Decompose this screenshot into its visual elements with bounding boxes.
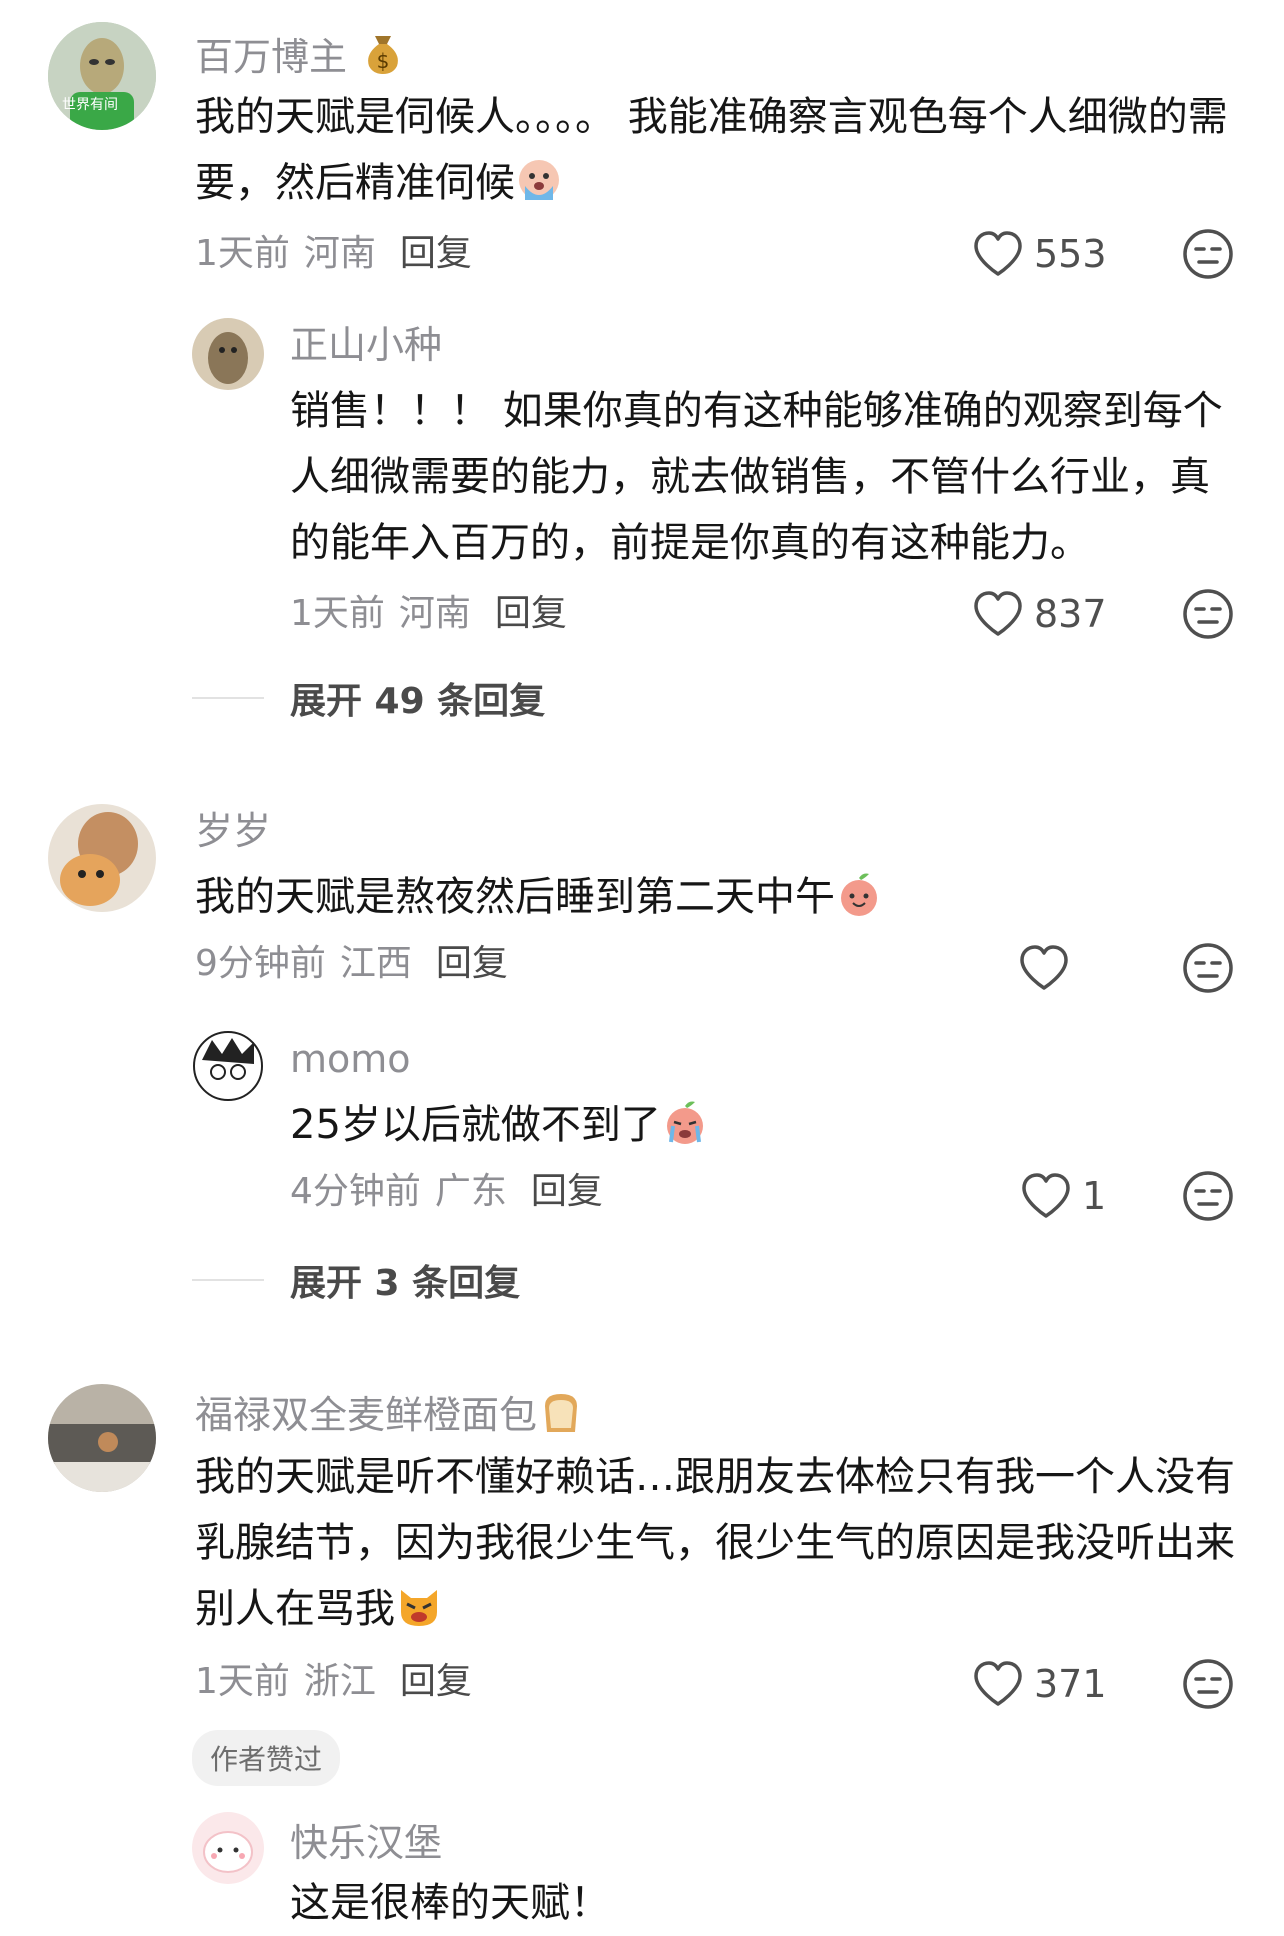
expand-replies-button[interactable]: 展开 49 条回复 (192, 672, 545, 724)
comment-meta: 9分钟前 江西 回复 (195, 943, 508, 984)
avatar-caption: 世界有间 (62, 97, 118, 113)
reply-username[interactable]: 快乐汉堡 (290, 1820, 442, 1866)
comment-username[interactable]: 福禄双全麦鲜橙面包 (195, 1388, 585, 1438)
crying-emoji (519, 160, 559, 200)
meh-face-icon[interactable] (1182, 228, 1234, 280)
like-button[interactable]: 1 (1020, 1168, 1106, 1224)
like-count: 553 (1034, 232, 1107, 276)
author-liked-badge: 作者赞过 (192, 1730, 341, 1786)
reply-text: 销售！！！ 如果你真的有这种能够准确的观察到每个人细微需要的能力，就去做销售，不… (290, 388, 1223, 566)
heart-icon (974, 1661, 1022, 1706)
avatar[interactable] (192, 318, 264, 390)
reply-username[interactable]: momo (290, 1036, 411, 1082)
like-button[interactable] (1018, 940, 1080, 996)
like-button[interactable]: 553 (972, 226, 1107, 282)
reply-meta: 4分钟前 广东 回复 (290, 1171, 603, 1212)
comment-username[interactable]: 岁岁 (195, 808, 271, 854)
avatar[interactable]: 世界有间 (48, 22, 156, 130)
reply-button[interactable]: 回复 (400, 1661, 472, 1702)
meh-face-icon[interactable] (1182, 1170, 1234, 1222)
comment-text: 我的天赋是伺候人。。。。 我能准确察言观色每个人细微的需要，然后精准伺候 (195, 94, 1228, 206)
divider (192, 1279, 264, 1281)
heart-icon (1020, 945, 1068, 990)
meh-face-icon[interactable] (1182, 588, 1234, 640)
expand-replies-button[interactable]: 展开 3 条回复 (192, 1254, 520, 1306)
peach-smile-emoji (841, 873, 877, 916)
meh-face-icon[interactable] (1182, 942, 1234, 994)
like-button[interactable]: 837 (972, 586, 1107, 642)
reply-text: 25岁以后就做不到了 (290, 1092, 1240, 1158)
comment-meta: 1天前 浙江 回复 (195, 1661, 472, 1702)
like-button[interactable]: 371 (972, 1656, 1107, 1712)
heart-icon (1022, 1173, 1070, 1218)
like-count: 837 (1034, 592, 1107, 636)
like-count: 1 (1082, 1174, 1107, 1218)
avatar[interactable] (192, 1030, 264, 1102)
comment-text: 我的天赋是熬夜然后睡到第二天中午 (195, 864, 1245, 930)
heart-icon (974, 231, 1022, 276)
angry-cat-emoji (401, 1590, 437, 1626)
comment-username[interactable]: 百万博主 $ (195, 28, 407, 80)
meh-face-icon[interactable] (1182, 1658, 1234, 1710)
svg-text:$: $ (377, 49, 390, 73)
heart-icon (974, 591, 1022, 636)
avatar[interactable] (192, 1812, 264, 1884)
like-count: 371 (1034, 1662, 1107, 1706)
reply-button[interactable]: 回复 (400, 233, 472, 274)
divider (192, 697, 264, 699)
reply-button[interactable]: 回复 (531, 1171, 603, 1212)
crying-emoji (666, 1101, 703, 1144)
reply-button[interactable]: 回复 (495, 593, 567, 634)
reply-username[interactable]: 正山小种 (290, 322, 442, 368)
reply-text: 这是很棒的天赋！ (290, 1880, 610, 1926)
reply-button[interactable]: 回复 (436, 943, 508, 984)
reply-meta: 1天前 河南 回复 (290, 593, 567, 634)
bread-emoji (545, 1394, 578, 1432)
comment-meta: 1天前 河南 回复 (195, 233, 472, 274)
avatar[interactable] (48, 1384, 156, 1492)
money-bag-icon: $ (368, 36, 398, 74)
comment-text: 我的天赋是听不懂好赖话…跟朋友去体检只有我一个人没有乳腺结节，因为我很少生气，很… (195, 1454, 1235, 1632)
avatar[interactable] (48, 804, 156, 912)
